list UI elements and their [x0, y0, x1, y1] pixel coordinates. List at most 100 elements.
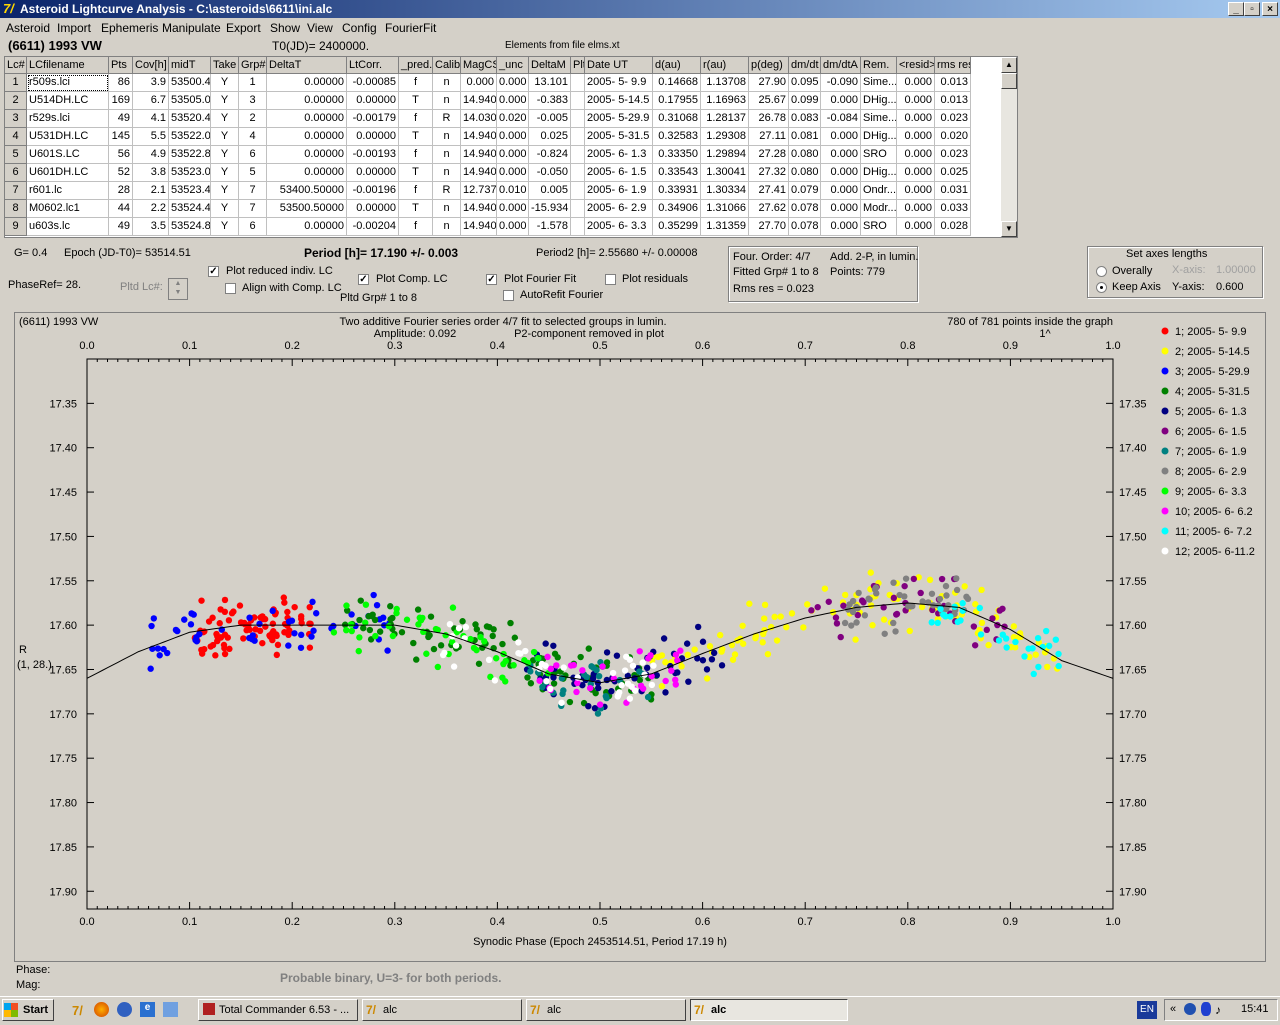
table-cell[interactable]: U601DH.LC: [27, 164, 109, 182]
table-cell[interactable]: Ondr...: [861, 182, 897, 200]
table-cell[interactable]: [571, 74, 585, 92]
yaxis-value[interactable]: 0.600: [1216, 281, 1244, 293]
table-cell[interactable]: f: [399, 110, 433, 128]
table-cell[interactable]: 0.000: [821, 200, 861, 218]
table-cell[interactable]: [571, 182, 585, 200]
table-cell[interactable]: -1.578: [529, 218, 571, 236]
table-cell[interactable]: 14.940: [461, 128, 497, 146]
row-header[interactable]: 3: [5, 110, 27, 128]
table-cell[interactable]: r529s.lci: [27, 110, 109, 128]
alc-quicklaunch-icon[interactable]: 7/: [72, 1003, 83, 1018]
table-cell[interactable]: 0.080: [789, 146, 821, 164]
table-cell[interactable]: 56: [109, 146, 133, 164]
table-cell[interactable]: 0.023: [935, 110, 971, 128]
table-cell[interactable]: Y: [211, 110, 239, 128]
column-header[interactable]: DeltaM: [529, 57, 571, 74]
table-cell[interactable]: 27.32: [749, 164, 789, 182]
table-cell[interactable]: 0.34906: [653, 200, 701, 218]
table-cell[interactable]: 0.33931: [653, 182, 701, 200]
table-cell[interactable]: 26.78: [749, 110, 789, 128]
table-cell[interactable]: 0.33543: [653, 164, 701, 182]
table-cell[interactable]: 2005- 6- 3.3: [585, 218, 653, 236]
table-cell[interactable]: Y: [211, 92, 239, 110]
table-cell[interactable]: 0.000: [897, 182, 935, 200]
table-cell[interactable]: 1.31359: [701, 218, 749, 236]
table-cell[interactable]: 14.940: [461, 200, 497, 218]
table-cell[interactable]: 0.00000: [267, 218, 347, 236]
column-header[interactable]: Cov[h]: [133, 57, 169, 74]
table-cell[interactable]: n: [433, 92, 461, 110]
table-cell[interactable]: 0.00000: [267, 146, 347, 164]
table-cell[interactable]: Y: [211, 128, 239, 146]
table-cell[interactable]: [571, 200, 585, 218]
table-cell[interactable]: 0.000: [461, 74, 497, 92]
table-cell[interactable]: 4.1: [133, 110, 169, 128]
table-cell[interactable]: U514DH.LC: [27, 92, 109, 110]
table-cell[interactable]: 53500.50000: [267, 200, 347, 218]
row-header[interactable]: 6: [5, 164, 27, 182]
table-cell[interactable]: 1.28137: [701, 110, 749, 128]
table-cell[interactable]: 169: [109, 92, 133, 110]
task-alc-3[interactable]: alc: [690, 999, 848, 1021]
table-cell[interactable]: 0.025: [935, 164, 971, 182]
table-cell[interactable]: 1.29894: [701, 146, 749, 164]
table-cell[interactable]: -15.934: [529, 200, 571, 218]
row-header[interactable]: 5: [5, 146, 27, 164]
table-cell[interactable]: 53524.8: [169, 218, 211, 236]
table-cell[interactable]: r509s.lci: [27, 74, 109, 92]
keep-axis-radio[interactable]: [1096, 282, 1107, 293]
table-cell[interactable]: f: [399, 218, 433, 236]
table-cell[interactable]: 4: [239, 128, 267, 146]
table-cell[interactable]: U601S.LC: [27, 146, 109, 164]
column-header[interactable]: <resid>: [897, 57, 935, 74]
table-cell[interactable]: 0.000: [897, 110, 935, 128]
table-cell[interactable]: 1.30041: [701, 164, 749, 182]
table-cell[interactable]: [571, 218, 585, 236]
table-cell[interactable]: 6: [239, 218, 267, 236]
table-cell[interactable]: 53400.50000: [267, 182, 347, 200]
firefox-icon[interactable]: [94, 1002, 109, 1017]
table-cell[interactable]: -0.824: [529, 146, 571, 164]
table-cell[interactable]: Sime...: [861, 110, 897, 128]
table-cell[interactable]: 0.083: [789, 110, 821, 128]
table-cell[interactable]: 0.33350: [653, 146, 701, 164]
row-header[interactable]: 1: [5, 74, 27, 92]
table-cell[interactable]: 0.079: [789, 182, 821, 200]
menu-asteroid[interactable]: Asteroid: [6, 21, 50, 35]
table-cell[interactable]: -0.084: [821, 110, 861, 128]
table-cell[interactable]: 2005- 5-14.5: [585, 92, 653, 110]
xaxis-value[interactable]: 1.00000: [1216, 264, 1256, 276]
table-cell[interactable]: M0602.lc1: [27, 200, 109, 218]
table-cell[interactable]: 0.35299: [653, 218, 701, 236]
table-cell[interactable]: 14.940: [461, 164, 497, 182]
table-cell[interactable]: 0.000: [821, 164, 861, 182]
table-cell[interactable]: 0.000: [897, 92, 935, 110]
table-cell[interactable]: [571, 146, 585, 164]
menu-export[interactable]: Export: [226, 21, 261, 35]
table-cell[interactable]: n: [433, 74, 461, 92]
table-cell[interactable]: -0.00196: [347, 182, 399, 200]
row-header[interactable]: 4: [5, 128, 27, 146]
table-cell[interactable]: DHig...: [861, 128, 897, 146]
menu-import[interactable]: Import: [57, 21, 91, 35]
table-cell[interactable]: 0.000: [897, 218, 935, 236]
table-cell[interactable]: f: [399, 74, 433, 92]
pltd-lc-spinner[interactable]: ▲ ▼: [168, 278, 188, 300]
table-cell[interactable]: 86: [109, 74, 133, 92]
task-alc-2[interactable]: alc: [526, 999, 686, 1021]
table-cell[interactable]: 27.28: [749, 146, 789, 164]
table-cell[interactable]: Modr...: [861, 200, 897, 218]
menu-fourierfit[interactable]: FourierFit: [385, 21, 436, 35]
table-cell[interactable]: 0.00000: [347, 164, 399, 182]
table-cell[interactable]: 27.11: [749, 128, 789, 146]
table-cell[interactable]: Y: [211, 146, 239, 164]
table-cell[interactable]: 0.000: [497, 74, 529, 92]
table-cell[interactable]: f: [399, 146, 433, 164]
table-cell[interactable]: 0.000: [821, 146, 861, 164]
table-cell[interactable]: DHig...: [861, 92, 897, 110]
table-cell[interactable]: 3: [239, 92, 267, 110]
ie-icon[interactable]: e: [140, 1002, 155, 1017]
table-cell[interactable]: 0.033: [935, 200, 971, 218]
table-cell[interactable]: n: [433, 164, 461, 182]
menu-show[interactable]: Show: [270, 21, 300, 35]
